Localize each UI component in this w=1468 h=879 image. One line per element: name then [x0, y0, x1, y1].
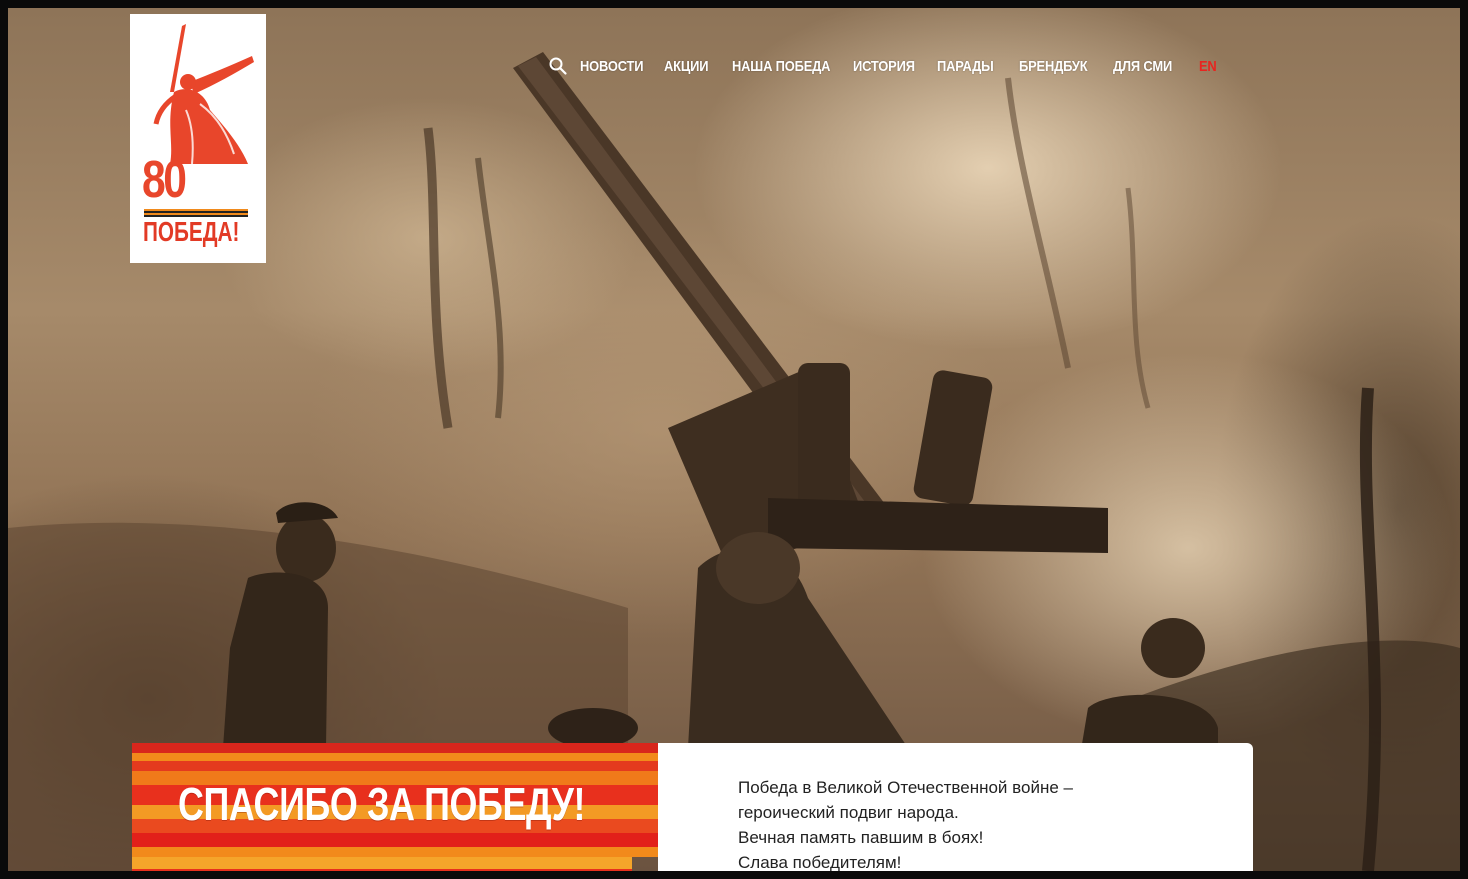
nav-item-media[interactable]: ДЛЯ СМИ: [1113, 58, 1172, 75]
banner-line: Вечная память павшим в боях!: [738, 828, 984, 847]
banner-line: Слава победителям!: [738, 853, 902, 871]
nav-item-history[interactable]: ИСТОРИЯ: [853, 58, 915, 75]
nav-item-actions[interactable]: АКЦИИ: [664, 58, 708, 75]
page: 80 ПОБЕДА! НОВОСТИ АКЦИИ НАША ПОБЕДА ИСТ…: [8, 8, 1460, 871]
nav-item-our-victory[interactable]: НАША ПОБЕДА: [732, 58, 830, 75]
logo-word: ПОБЕДА!: [143, 216, 240, 247]
banner-line: героический подвиг народа.: [738, 803, 959, 822]
nav-item-parades[interactable]: ПАРАДЫ: [937, 58, 994, 75]
banner-message-box: Победа в Великой Отечественной войне – г…: [658, 743, 1253, 871]
search-icon[interactable]: [548, 56, 568, 76]
logo-number: 80: [142, 151, 187, 209]
site-logo[interactable]: 80 ПОБЕДА!: [130, 14, 266, 263]
language-switch[interactable]: EN: [1199, 58, 1217, 75]
mother-motherland-statue-icon: [153, 24, 254, 164]
nav-item-brandbook[interactable]: БРЕНДБУК: [1019, 58, 1088, 75]
banner-line: Победа в Великой Отечественной войне –: [738, 778, 1073, 797]
victory-banner: СПАСИБО ЗА ПОБЕДУ! Победа в Великой Отеч…: [132, 743, 1253, 871]
banner-title: СПАСИБО ЗА ПОБЕДУ!: [178, 778, 586, 830]
nav-item-news[interactable]: НОВОСТИ: [580, 58, 644, 75]
main-nav: НОВОСТИ АКЦИИ НАША ПОБЕДА ИСТОРИЯ ПАРАДЫ…: [548, 54, 1229, 78]
